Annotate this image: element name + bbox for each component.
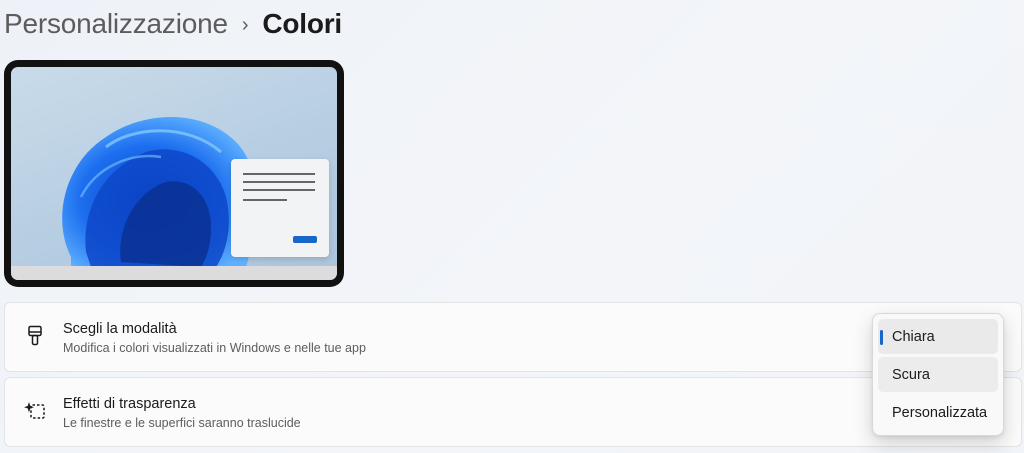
dropdown-option-personalizzata[interactable]: Personalizzata xyxy=(878,395,998,430)
transparency-sparkle-icon xyxy=(23,399,47,423)
breadcrumb: Personalizzazione › Colori xyxy=(4,4,342,44)
dropdown-option-label: Scura xyxy=(892,366,930,383)
transparency-setting-title: Effetti di trasparenza xyxy=(63,396,196,412)
selected-indicator xyxy=(880,330,883,345)
dropdown-option-label: Personalizzata xyxy=(892,404,988,421)
preview-window-mock xyxy=(231,159,329,257)
page-title: Colori xyxy=(262,8,342,39)
transparency-setting-description: Le finestre e le superfici saranno trasl… xyxy=(63,416,301,430)
mode-dropdown-menu[interactable]: Chiara Scura Personalizzata xyxy=(872,313,1004,436)
mode-setting-card[interactable]: Scegli la modalità Modifica i colori vis… xyxy=(4,302,1022,372)
chevron-right-icon: › xyxy=(241,13,249,36)
preview-screen xyxy=(11,67,337,280)
breadcrumb-parent-link[interactable]: Personalizzazione xyxy=(4,8,228,40)
mode-setting-description: Modifica i colori visualizzati in Window… xyxy=(63,341,366,355)
dropdown-option-chiara[interactable]: Chiara xyxy=(878,319,998,354)
dropdown-option-scura[interactable]: Scura xyxy=(878,357,998,392)
theme-preview xyxy=(4,60,344,287)
paintbrush-icon xyxy=(23,324,47,348)
dropdown-option-label: Chiara xyxy=(892,328,935,345)
preview-taskbar xyxy=(11,266,337,280)
mode-setting-title: Scegli la modalità xyxy=(63,321,177,337)
transparency-setting-card[interactable]: Effetti di trasparenza Le finestre e le … xyxy=(4,377,1022,447)
